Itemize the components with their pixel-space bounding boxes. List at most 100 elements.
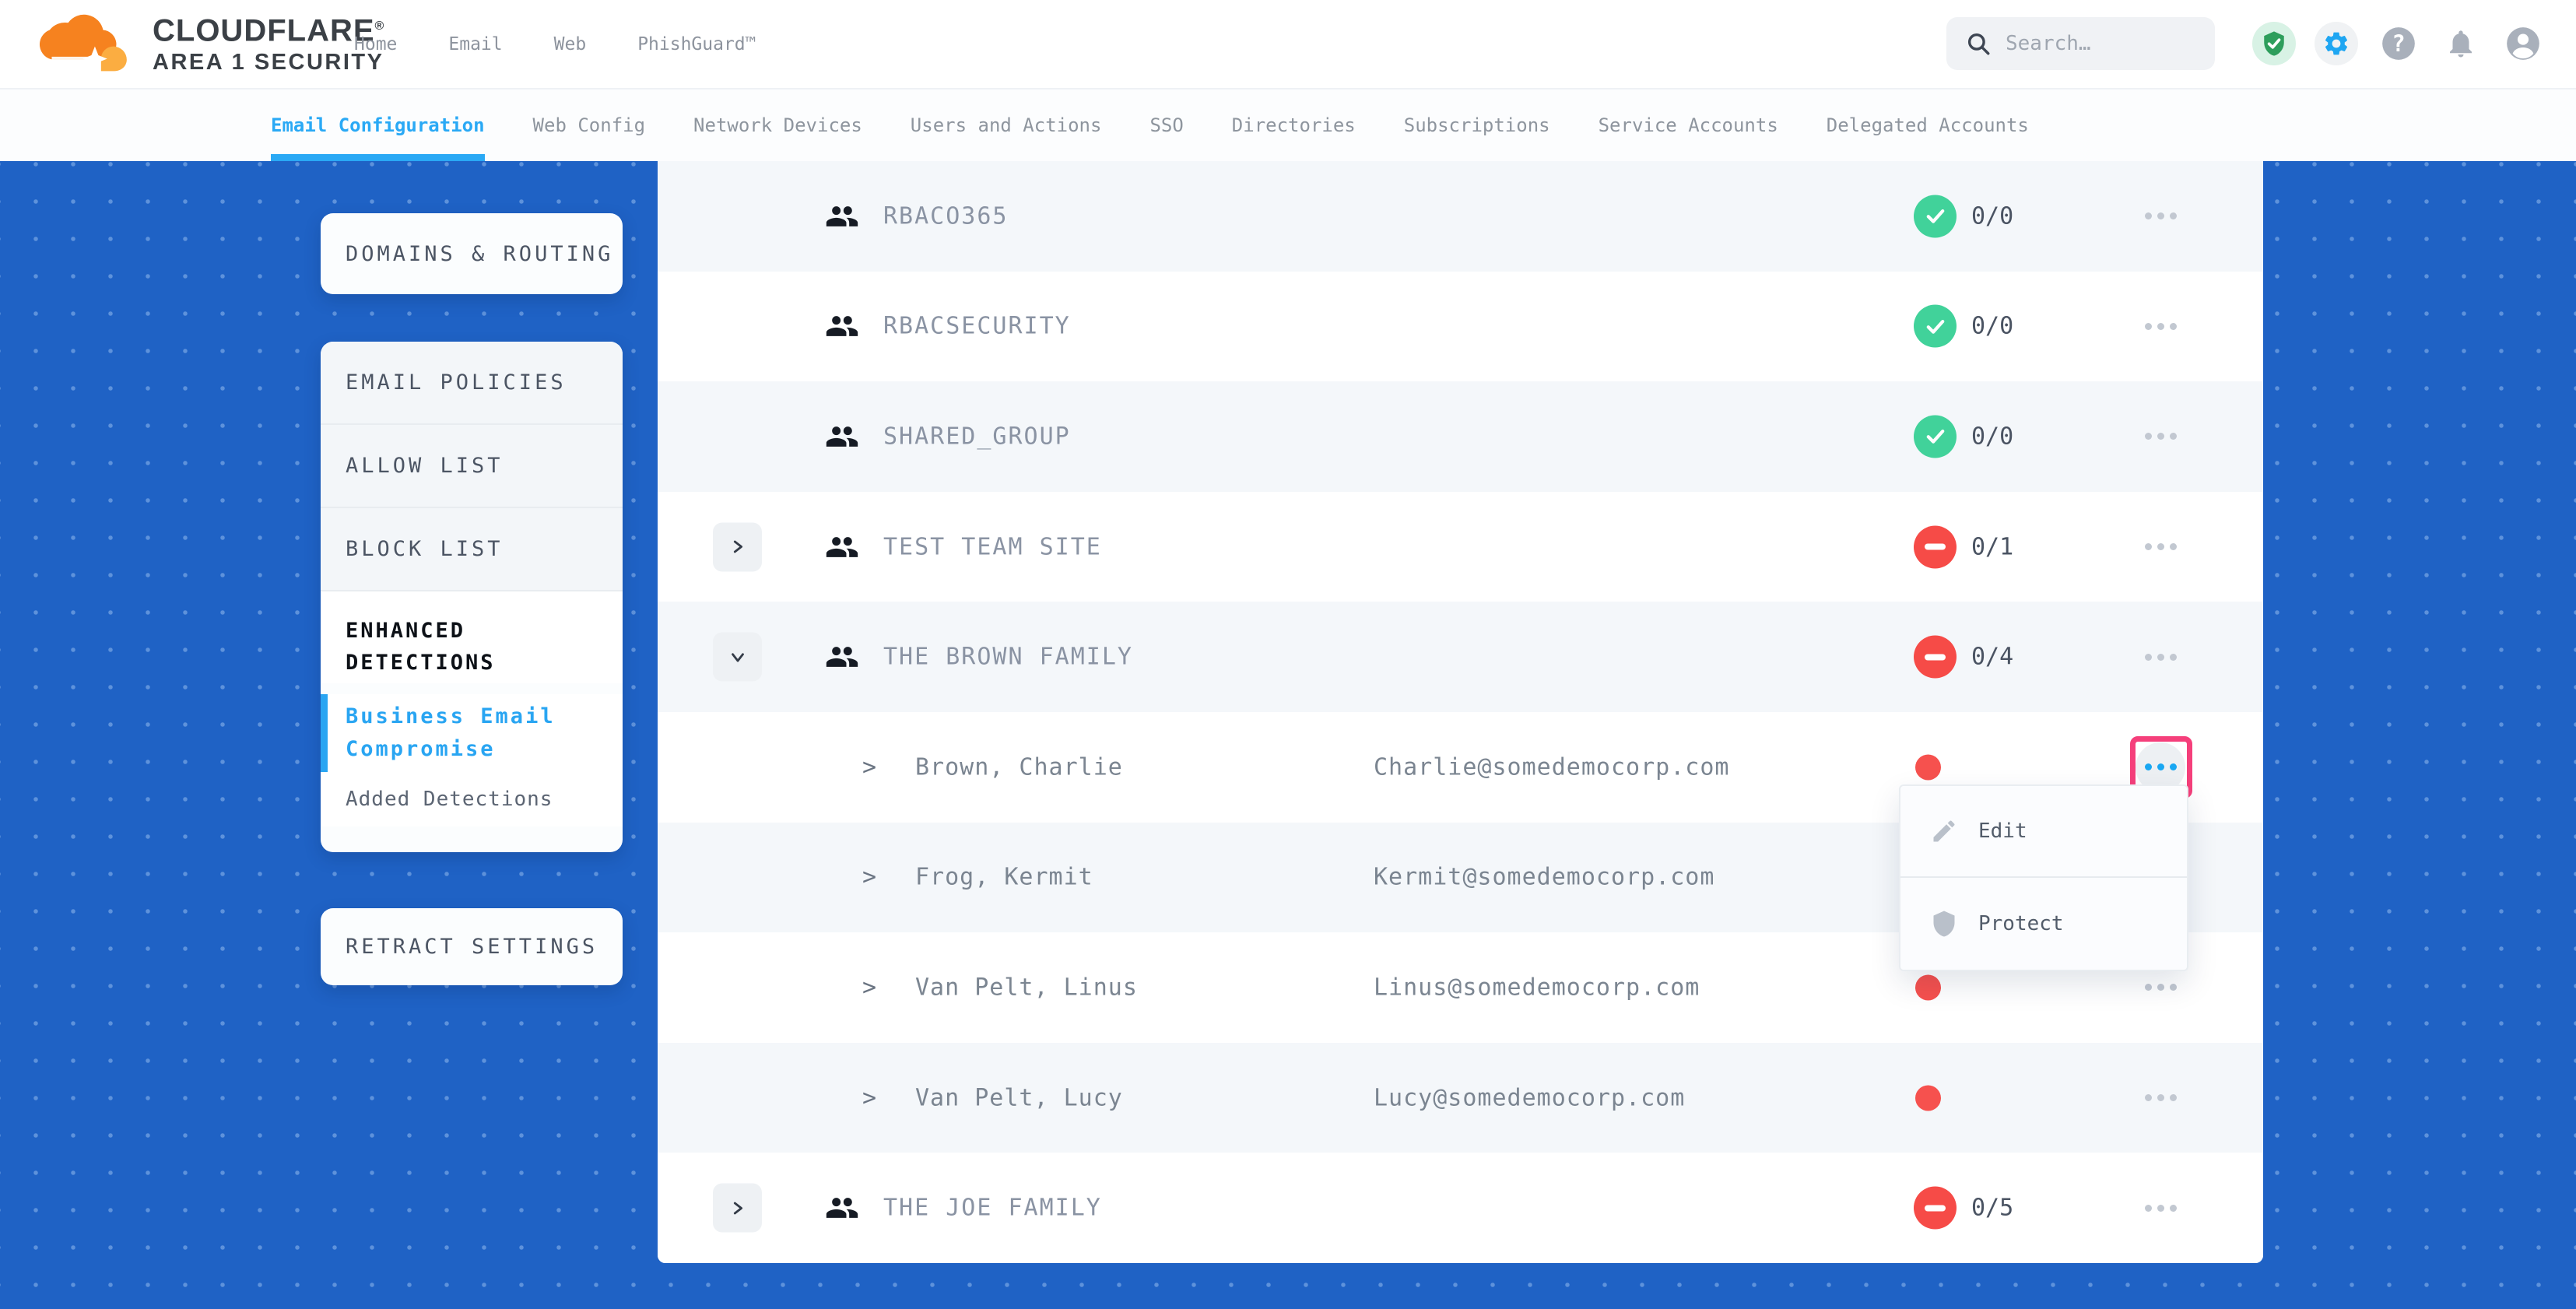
settings-gear-icon[interactable] [2315, 22, 2358, 65]
row-actions-button[interactable] [2125, 522, 2195, 572]
sidebar-card-retract: RETRACT SETTINGS [321, 908, 623, 985]
group-icon [825, 199, 859, 233]
group-name: RBACSECURITY [883, 313, 1071, 340]
group-icon [825, 309, 859, 343]
groups-table: RBACO365 0/0 RBACSECURITY 0/0 SHARED_GRO… [658, 161, 2263, 1263]
group-name: THE BROWN FAMILY [883, 644, 1133, 671]
group-row: THE JOE FAMILY 0/5 [658, 1153, 2263, 1263]
member-name: Van Pelt, Linus [915, 974, 1138, 1001]
group-row: RBACO365 0/0 [658, 161, 2263, 272]
member-count: 0/0 [1971, 313, 2013, 340]
notifications-bell-icon[interactable] [2439, 22, 2483, 65]
member-count: 0/0 [1971, 202, 2013, 230]
group-name: THE JOE FAMILY [883, 1195, 1102, 1222]
sidebar-item-business-email-compromise[interactable]: Business Email Compromise [321, 694, 623, 772]
row-actions-button[interactable] [2125, 301, 2195, 351]
row-actions-button[interactable] [2125, 632, 2195, 682]
brand-name: CLOUDFLARE® [153, 8, 384, 49]
sidebar-item-enhanced-detections[interactable]: ENHANCED DETECTIONS [321, 591, 623, 683]
member-caret: > [862, 974, 876, 1001]
tab-directories[interactable]: Directories [1232, 89, 1356, 161]
sidebar-card-policies: EMAIL POLICIES ALLOW LIST BLOCK LIST ENH… [321, 342, 623, 852]
member-count: 0/4 [1971, 644, 2013, 671]
sidebar-item-allow-list[interactable]: ALLOW LIST [321, 425, 623, 508]
menu-item-protect[interactable]: Protect [1900, 878, 2187, 970]
group-name: RBACO365 [883, 202, 1009, 230]
member-caret: > [862, 753, 876, 781]
tab-service-accounts[interactable]: Service Accounts [1599, 89, 1778, 161]
tab-delegated-accounts[interactable]: Delegated Accounts [1827, 89, 2029, 161]
nav-link-web[interactable]: Web [554, 34, 587, 54]
group-row: SHARED_GROUP 0/0 [658, 381, 2263, 492]
brand-subtitle: AREA 1 SECURITY [153, 49, 384, 75]
search-box[interactable]: Search… [1946, 17, 2215, 70]
member-name: Brown, Charlie [915, 753, 1123, 781]
sidebar-item-retract-settings[interactable]: RETRACT SETTINGS [321, 908, 623, 985]
member-caret: > [862, 864, 876, 891]
member-row: > Van Pelt, Lucy Lucy@somedemocorp.com [658, 1043, 2263, 1153]
row-actions-button[interactable] [2125, 191, 2195, 241]
member-email: Lucy@somedemocorp.com [1374, 1084, 1685, 1111]
status-badge [1914, 195, 1957, 237]
app-window: CLOUDFLARE® AREA 1 SECURITY Home Email Web… [0, 0, 2576, 1309]
status-badge [1914, 636, 1957, 679]
sidebar-item-email-policies[interactable]: EMAIL POLICIES [321, 342, 623, 425]
group-row: THE BROWN FAMILY 0/4 [658, 602, 2263, 712]
tab-email-configuration[interactable]: Email Configuration [271, 89, 485, 161]
app-header: CLOUDFLARE® AREA 1 SECURITY Home Email Web… [0, 0, 2576, 88]
tab-sso[interactable]: SSO [1149, 89, 1183, 161]
group-icon [825, 419, 859, 454]
member-status-dot [1915, 974, 1941, 1000]
group-icon [825, 640, 859, 674]
brand-logo[interactable]: CLOUDFLARE® AREA 1 SECURITY [37, 8, 384, 78]
row-actions-button[interactable] [2125, 1073, 2195, 1123]
account-icon[interactable] [2501, 22, 2545, 65]
menu-item-label: Edit [1978, 819, 2027, 843]
group-name: SHARED_GROUP [883, 423, 1071, 450]
member-count: 0/5 [1971, 1195, 2013, 1222]
tab-bar: Email Configuration Web Config Network Dev… [0, 88, 2576, 161]
group-row: TEST TEAM SITE 0/1 [658, 492, 2263, 602]
member-status-dot [1915, 1085, 1941, 1111]
tab-subscriptions[interactable]: Subscriptions [1404, 89, 1550, 161]
status-badge [1914, 1187, 1957, 1230]
group-row: RBACSECURITY 0/0 [658, 272, 2263, 382]
search-placeholder: Search… [2006, 32, 2091, 55]
expand-toggle-button[interactable] [713, 633, 762, 682]
member-email: Charlie@somedemocorp.com [1374, 753, 1729, 781]
member-count: 0/0 [1971, 423, 2013, 450]
expand-toggle-button[interactable] [713, 522, 762, 571]
status-badge [1914, 305, 1957, 348]
shield-icon [1930, 910, 1958, 938]
member-status-dot [1915, 754, 1941, 780]
row-actions-button[interactable] [2125, 412, 2195, 461]
tab-users-and-actions[interactable]: Users and Actions [911, 89, 1102, 161]
header-icon-cluster [2252, 22, 2545, 65]
tab-web-config[interactable]: Web Config [533, 89, 646, 161]
group-icon [825, 530, 859, 564]
member-email: Linus@somedemocorp.com [1374, 974, 1700, 1001]
menu-item-label: Protect [1978, 912, 2064, 935]
workspace: DOMAINS & ROUTING EMAIL POLICIES ALLOW L… [0, 161, 2576, 1309]
sidebar-item-block-list[interactable]: BLOCK LIST [321, 508, 623, 591]
member-name: Van Pelt, Lucy [915, 1084, 1123, 1111]
nav-link-email[interactable]: Email [448, 34, 502, 54]
help-icon[interactable] [2377, 22, 2420, 65]
brand-text: CLOUDFLARE® AREA 1 SECURITY [153, 8, 384, 75]
sidebar-item-added-detections[interactable]: Added Detections [321, 772, 623, 826]
nav-link-home[interactable]: Home [354, 34, 397, 54]
expand-toggle-button[interactable] [713, 1184, 762, 1233]
tab-network-devices[interactable]: Network Devices [693, 89, 862, 161]
top-nav: Home Email Web PhishGuard™ [354, 0, 756, 88]
status-badge [1914, 415, 1957, 458]
shield-check-icon[interactable] [2252, 22, 2296, 65]
status-badge [1914, 525, 1957, 568]
member-caret: > [862, 1084, 876, 1111]
group-icon [825, 1191, 859, 1225]
member-count: 0/1 [1971, 533, 2013, 560]
nav-link-phishguard[interactable]: PhishGuard™ [637, 34, 756, 54]
row-actions-button[interactable] [2125, 1183, 2195, 1233]
menu-item-edit[interactable]: Edit [1900, 786, 2187, 878]
sidebar-card-domains: DOMAINS & ROUTING [321, 213, 623, 294]
sidebar-item-domains-routing[interactable]: DOMAINS & ROUTING [321, 213, 623, 294]
